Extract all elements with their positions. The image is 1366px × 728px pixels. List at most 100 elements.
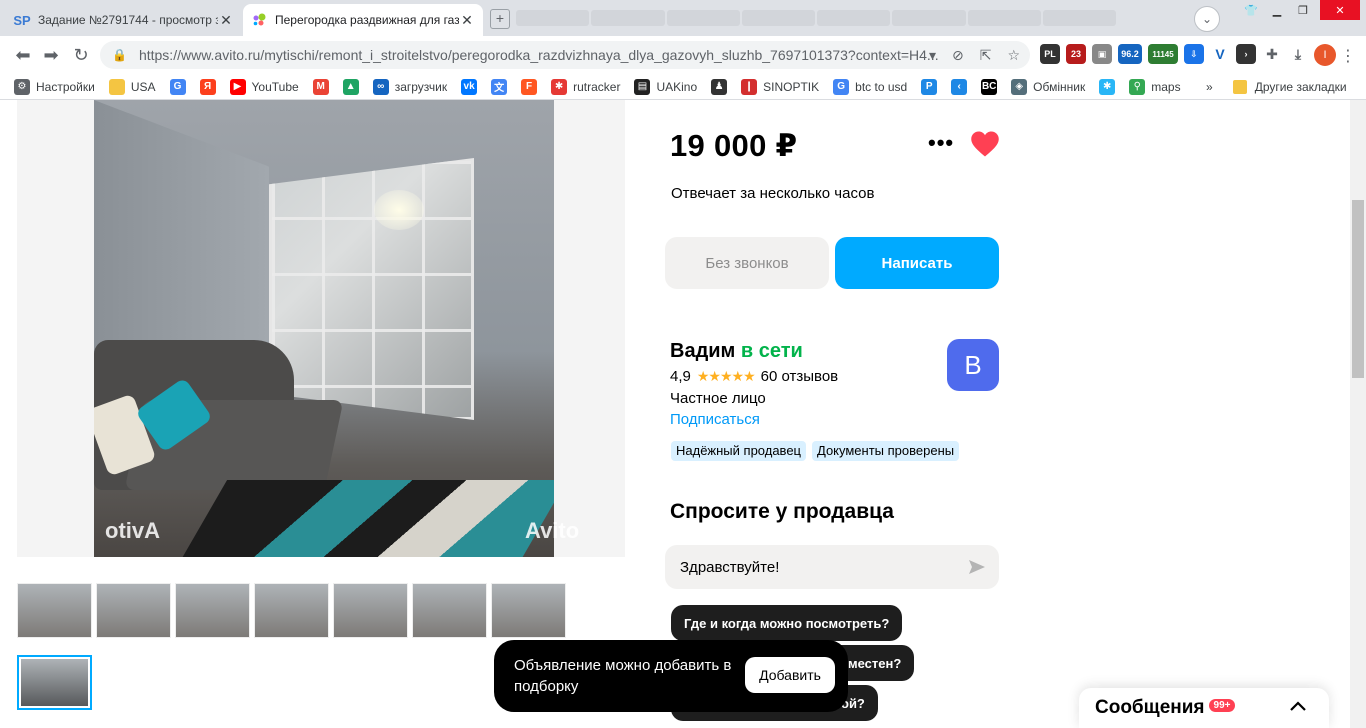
uakino-icon: ▤ — [634, 78, 651, 95]
bookmark-item[interactable]: G — [169, 78, 192, 95]
shirt-icon[interactable]: 👕 — [1238, 0, 1264, 20]
address-bar[interactable]: 🔒 https://www.avito.ru/mytischi/remont_i… — [100, 41, 1030, 69]
badge-documents[interactable]: Документы проверены — [812, 441, 960, 461]
thumbnail[interactable] — [333, 583, 408, 638]
messages-widget[interactable]: Сообщения 99+ — [1079, 688, 1329, 728]
thumbnail[interactable] — [17, 583, 92, 638]
share-icon[interactable]: ⇱ — [980, 47, 992, 64]
window-close-icon[interactable]: ✕ — [1320, 0, 1360, 20]
bookmark-item[interactable]: Я — [199, 78, 222, 95]
send-icon[interactable] — [967, 557, 987, 577]
reload-icon[interactable]: ↻ — [70, 44, 92, 66]
chevron-up-icon[interactable] — [1289, 698, 1307, 716]
page-scrollbar[interactable] — [1350, 100, 1366, 728]
new-tab-button[interactable]: + — [490, 9, 510, 29]
response-time: Отвечает за несколько часов — [671, 185, 875, 202]
bookmark-item[interactable]: ✱ — [1099, 78, 1121, 95]
thumbnail-strip — [17, 583, 566, 638]
subscribe-link[interactable]: Подписаться — [670, 411, 760, 428]
bookmark-item[interactable]: ‹ — [951, 78, 973, 95]
thumbnail-selected[interactable] — [17, 655, 92, 710]
bookmark-item[interactable]: ✱ rutracker — [551, 78, 620, 95]
bookmark-item[interactable]: ♟ — [711, 78, 733, 95]
ext-briefcase-icon[interactable]: ▣ — [1092, 44, 1112, 64]
ask-input-value[interactable]: Здравствуйте! — [680, 559, 779, 576]
dropdown-icon[interactable]: ▾ — [929, 47, 936, 64]
profile-avatar[interactable]: I — [1314, 44, 1336, 66]
extensions-puzzle-icon[interactable]: ✚ — [1262, 44, 1282, 64]
thumbnail[interactable] — [175, 583, 250, 638]
seller-name[interactable]: Вадим в сети — [670, 340, 803, 363]
bookmark-item[interactable]: ∞ загрузчик — [372, 78, 447, 95]
bookmark-item[interactable]: ⚲ maps — [1129, 78, 1181, 95]
folder-icon — [108, 78, 125, 95]
bookmark-item[interactable]: ▤ UAKino — [634, 78, 697, 95]
tab-task[interactable]: SP Задание №2791744 - просмотр з ✕ — [6, 4, 242, 36]
thermometer-icon: ❙ — [741, 78, 758, 95]
main-photo[interactable]: otivA Avito — [17, 100, 625, 557]
scrollbar-thumb[interactable] — [1352, 200, 1364, 378]
bookmark-item[interactable]: F — [521, 78, 543, 95]
watermark-right: Avito — [525, 518, 580, 543]
bookmark-item[interactable]: ⚙ Настройки — [14, 78, 95, 95]
reviews-link[interactable]: 60 отзывов — [761, 368, 839, 385]
ask-seller-input[interactable]: Здравствуйте! — [665, 545, 999, 589]
add-button[interactable]: Добавить — [745, 657, 835, 693]
more-bookmarks-button[interactable]: » — [1206, 80, 1213, 94]
bc-icon: BC — [981, 78, 998, 95]
question-chip[interactable]: Где и когда можно посмотреть? — [671, 605, 903, 641]
seller-avatar[interactable]: В — [947, 339, 999, 391]
watermark-left: otivA — [105, 518, 160, 543]
seller-rating[interactable]: 4,9 ★★★★★ 60 отзывов — [670, 368, 838, 385]
vk-icon: vk — [461, 78, 478, 95]
thumbnail[interactable] — [491, 583, 566, 638]
write-message-button[interactable]: Написать — [835, 237, 999, 289]
forward-icon[interactable]: ➡ — [40, 44, 62, 66]
favorite-heart-icon[interactable] — [970, 130, 1000, 158]
ext-pl-icon[interactable]: PL — [1040, 44, 1060, 64]
exchange-icon: ◈ — [1011, 78, 1028, 95]
ext-v-icon[interactable]: V — [1210, 44, 1230, 64]
maximize-icon[interactable]: ❐ — [1290, 0, 1316, 20]
other-bookmarks[interactable]: Другие закладки — [1255, 80, 1347, 94]
minimize-icon[interactable]: ▁ — [1264, 0, 1290, 20]
bookmark-star-icon[interactable]: ☆ — [1007, 47, 1020, 64]
bookmark-item[interactable]: P — [921, 78, 943, 95]
drive-icon: ▲ — [342, 78, 359, 95]
bookmark-item[interactable]: vk — [461, 78, 483, 95]
more-icon[interactable]: ••• — [928, 130, 954, 156]
ext-download-icon[interactable]: ⇩ — [1184, 44, 1204, 64]
messages-title[interactable]: Сообщения — [1095, 697, 1205, 719]
ext-weather-icon[interactable]: 96.2 — [1118, 44, 1142, 64]
browser-menu-icon[interactable]: ⋮ — [1340, 46, 1356, 66]
thumbnail[interactable] — [412, 583, 487, 638]
tab-search-icon[interactable]: ⌄ — [1194, 6, 1220, 32]
thumbnail[interactable] — [254, 583, 329, 638]
tab-avito[interactable]: Перегородка раздвижная для газ ✕ — [243, 4, 483, 36]
bookmark-item[interactable]: ❙ SINOPTIK — [741, 78, 819, 95]
room-photo — [94, 100, 554, 557]
back-icon[interactable]: ⬅ — [12, 44, 34, 66]
bookmark-item[interactable]: USA — [108, 78, 156, 95]
blocked-icon[interactable]: ⊘ — [952, 47, 964, 64]
collapsed-tabs[interactable] — [516, 10, 1116, 28]
no-calls-button[interactable]: Без звонков — [665, 237, 829, 289]
bookmark-item[interactable]: ▶ YouTube — [229, 78, 299, 95]
ext-23-icon[interactable]: 23 — [1066, 44, 1086, 64]
close-icon[interactable]: ✕ — [459, 12, 475, 29]
lock-icon[interactable]: 🔒 — [112, 48, 127, 62]
downloads-icon[interactable]: ⤓ — [1288, 44, 1308, 64]
bookmark-item[interactable]: 文 — [491, 78, 513, 95]
bookmark-item[interactable]: Gbtc to usd — [833, 78, 907, 95]
bookmark-item[interactable]: ◈ Обмінник — [1011, 78, 1085, 95]
bookmark-item[interactable]: ▲ — [342, 78, 365, 95]
close-icon[interactable]: ✕ — [218, 12, 234, 29]
url-text[interactable]: https://www.avito.ru/mytischi/remont_i_s… — [139, 47, 1030, 63]
seller-name-text[interactable]: Вадим — [670, 340, 735, 362]
bookmark-item[interactable]: BC — [981, 78, 1003, 95]
thumbnail[interactable] — [96, 583, 171, 638]
badge-reliable[interactable]: Надёжный продавец — [671, 441, 806, 461]
ext-btc-icon[interactable]: 11145 — [1148, 44, 1178, 64]
ext-terminal-icon[interactable]: › — [1236, 44, 1256, 64]
bookmark-item[interactable]: M — [312, 78, 335, 95]
